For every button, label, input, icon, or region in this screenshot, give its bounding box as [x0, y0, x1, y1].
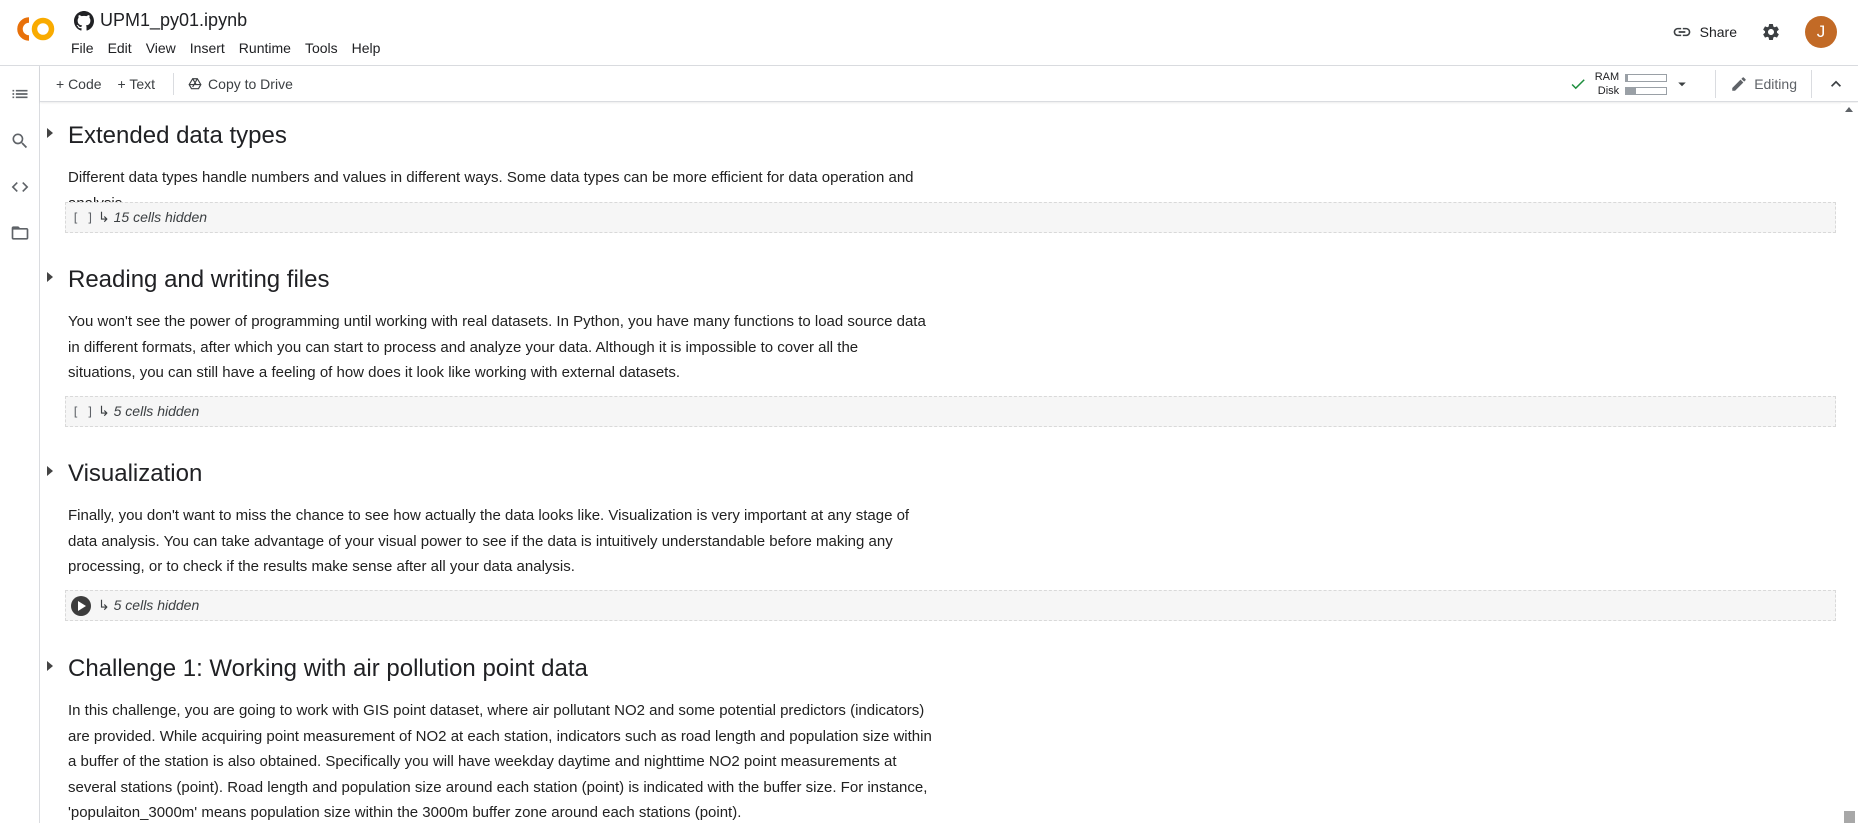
dropdown-icon[interactable]	[1673, 75, 1691, 93]
cell-marker: [ ]	[72, 404, 94, 419]
editing-label: Editing	[1754, 76, 1797, 92]
section-reading-writing-files: Reading and writing files You won't see …	[41, 259, 1841, 427]
section-title: Challenge 1: Working with air pollution …	[68, 655, 588, 682]
menu-edit[interactable]: Edit	[101, 40, 139, 56]
notebook-toolbar: + Code + Text Copy to Drive RAM Disk Edi…	[40, 66, 1858, 102]
menu-insert[interactable]: Insert	[183, 40, 232, 56]
code-snippets-icon[interactable]	[10, 177, 30, 197]
hidden-cells-count: 5 cells hidden	[113, 403, 200, 419]
section-text: Finally, you don't want to miss the chan…	[68, 507, 910, 575]
section-title: Visualization	[68, 460, 203, 487]
table-of-contents-icon[interactable]	[10, 84, 30, 104]
run-cells-button[interactable]	[71, 595, 91, 616]
hidden-cells-count: 15 cells hidden	[113, 209, 208, 225]
menu-help[interactable]: Help	[345, 40, 388, 56]
share-label: Share	[1699, 24, 1737, 40]
disk-label: Disk	[1597, 85, 1620, 97]
copy-to-drive-label: Copy to Drive	[208, 76, 293, 92]
toolbar-divider	[173, 73, 175, 95]
resource-bars	[1625, 73, 1668, 95]
section-visualization: Visualization Finally, you don't want to…	[41, 453, 1841, 621]
hidden-cells-bar[interactable]: ↳ 5 cells hidden	[65, 590, 1836, 621]
menu-runtime[interactable]: Runtime	[232, 40, 298, 56]
expand-caret-icon[interactable]	[47, 128, 53, 138]
resources-indicator[interactable]: RAM Disk	[1569, 70, 1691, 98]
copy-to-drive-button[interactable]: Copy to Drive	[188, 76, 293, 92]
toolbar-divider	[1811, 70, 1812, 98]
colab-logo[interactable]	[12, 14, 56, 44]
cell-marker: [ ]	[72, 210, 94, 225]
files-icon[interactable]	[10, 223, 30, 243]
github-icon	[74, 10, 94, 31]
disk-bar	[1625, 86, 1668, 95]
add-text-button[interactable]: + Text	[118, 76, 156, 92]
app-header: UPM1_py01.ipynb File Edit View Insert Ru…	[0, 0, 1858, 66]
section-title: Extended data types	[68, 122, 287, 149]
link-icon	[1673, 27, 1690, 37]
drive-icon	[188, 78, 202, 90]
toolbar-divider	[1715, 70, 1717, 98]
share-button[interactable]: Share	[1672, 22, 1737, 42]
section-text: In this challenge, you are going to work…	[68, 702, 932, 821]
hidden-cells-label: ↳ 5 cells hidden	[98, 597, 200, 613]
section-header: Visualization	[41, 453, 1841, 493]
hidden-cells-label: ↳ 5 cells hidden	[98, 403, 200, 419]
notebook-title-row: UPM1_py01.ipynb	[74, 10, 247, 31]
menu-bar: File Edit View Insert Runtime Tools Help	[71, 40, 387, 56]
hidden-cells-count: 5 cells hidden	[113, 597, 200, 613]
section-extended-data-types: Extended data types Different data types…	[41, 115, 1841, 233]
hidden-cells-bar[interactable]: [ ] ↳ 5 cells hidden	[65, 396, 1836, 427]
collapse-header-icon[interactable]	[1826, 74, 1846, 94]
menu-file[interactable]: File	[71, 40, 101, 56]
gear-icon[interactable]	[1761, 22, 1781, 42]
toolbar-left: + Code + Text Copy to Drive	[56, 66, 309, 102]
section-text: You won't see the power of programming u…	[68, 313, 926, 381]
section-challenge-1: Challenge 1: Working with air pollution …	[41, 648, 1841, 821]
ram-label: RAM	[1594, 71, 1620, 83]
section-title: Reading and writing files	[68, 266, 330, 293]
menu-tools[interactable]: Tools	[298, 40, 345, 56]
expand-caret-icon[interactable]	[47, 466, 53, 476]
vertical-scrollbar[interactable]	[1841, 103, 1858, 823]
editing-mode-button[interactable]: Editing	[1730, 75, 1797, 93]
hidden-cells-label: ↳ 15 cells hidden	[98, 209, 208, 225]
ram-bar-fill	[1626, 74, 1629, 81]
pencil-icon	[1732, 77, 1746, 91]
hidden-cells-bar[interactable]: [ ] ↳ 15 cells hidden	[65, 202, 1836, 233]
section-header: Reading and writing files	[41, 259, 1841, 299]
section-header: Challenge 1: Working with air pollution …	[41, 648, 1841, 688]
scroll-up-icon[interactable]	[1845, 107, 1853, 112]
section-header: Extended data types	[41, 115, 1841, 155]
resource-labels: RAM Disk	[1595, 70, 1619, 98]
disk-bar-fill	[1626, 87, 1637, 94]
check-icon	[1571, 79, 1585, 90]
avatar[interactable]: J	[1805, 16, 1837, 48]
search-icon[interactable]	[10, 131, 30, 151]
expand-caret-icon[interactable]	[47, 661, 53, 671]
toolbar-right: RAM Disk Editing	[1569, 66, 1858, 102]
menu-view[interactable]: View	[139, 40, 183, 56]
add-code-button[interactable]: + Code	[56, 76, 102, 92]
expand-caret-icon[interactable]	[47, 272, 53, 282]
notebook-content: Extended data types Different data types…	[41, 103, 1841, 823]
left-rail	[0, 66, 40, 823]
notebook-title[interactable]: UPM1_py01.ipynb	[100, 10, 247, 31]
scrollbar-thumb[interactable]	[1844, 811, 1855, 823]
ram-bar	[1625, 73, 1668, 82]
header-actions: Share J	[1672, 14, 1858, 50]
